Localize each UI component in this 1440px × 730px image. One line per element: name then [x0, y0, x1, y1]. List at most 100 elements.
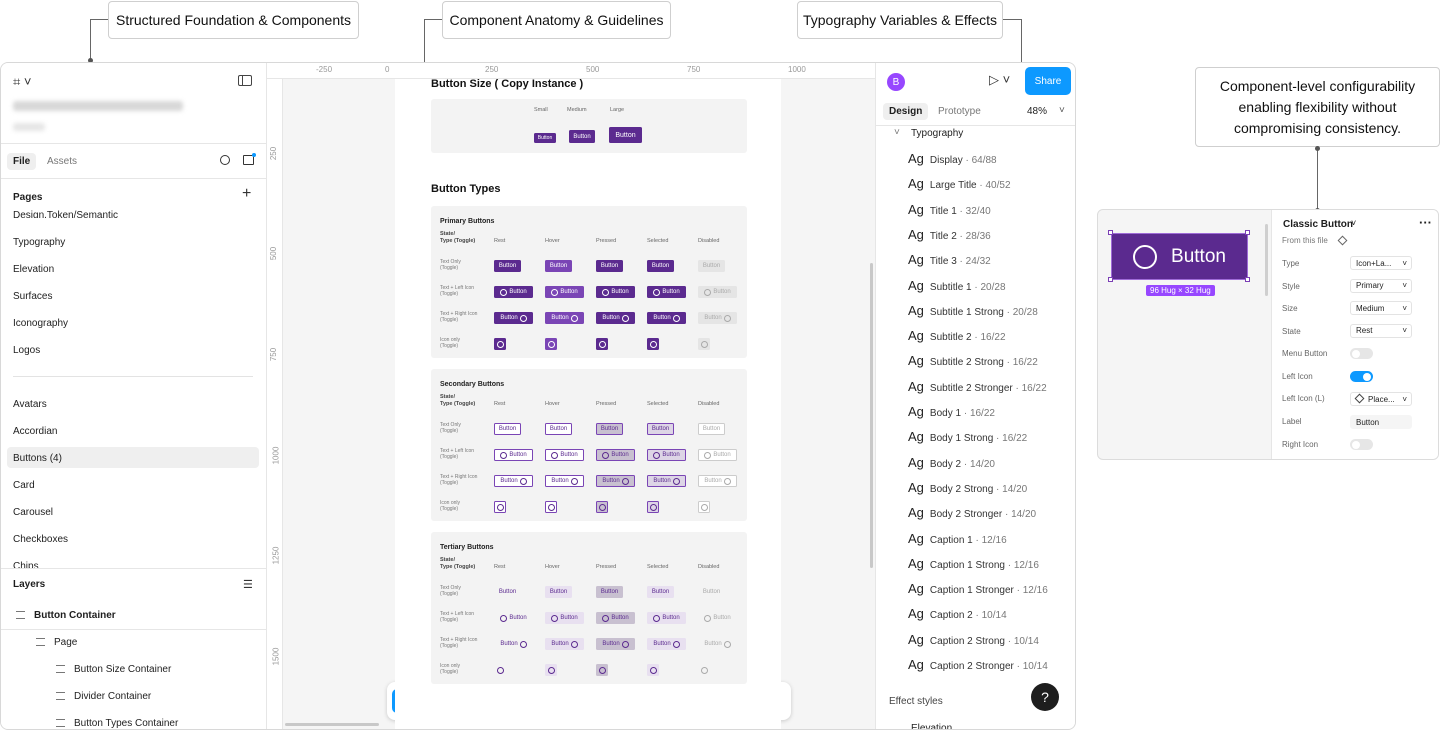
- typography-style[interactable]: Ag Subtitle 2 Stronger · 16/22: [908, 379, 1047, 394]
- variant-button[interactable]: Button: [545, 449, 584, 461]
- page-item[interactable]: Accordian: [13, 426, 57, 437]
- right-icon-toggle[interactable]: [1350, 439, 1373, 450]
- variant-button[interactable]: [596, 664, 608, 676]
- variant-button[interactable]: Button: [494, 475, 533, 487]
- variant-button[interactable]: Button: [596, 586, 623, 598]
- variant-button[interactable]: [545, 501, 557, 513]
- variant-button[interactable]: [545, 664, 557, 676]
- help-button[interactable]: ?: [1031, 683, 1059, 711]
- component-preview-button[interactable]: Button: [1111, 233, 1248, 280]
- variant-button[interactable]: [698, 664, 710, 676]
- prop-dropdown[interactable]: Icon+La... ˅: [1350, 256, 1412, 270]
- variant-button[interactable]: [494, 338, 506, 350]
- left-icon-toggle[interactable]: [1350, 371, 1373, 382]
- typography-style[interactable]: Ag Caption 1 · 12/16: [908, 531, 1007, 546]
- variant-button[interactable]: Button: [494, 612, 533, 624]
- elevation-style[interactable]: Elevation: [911, 723, 952, 729]
- page-item[interactable]: Typography: [13, 237, 65, 248]
- variant-button[interactable]: Button: [596, 423, 623, 435]
- present-icon[interactable]: ▷ ˅: [989, 72, 1010, 88]
- typography-style[interactable]: Ag Large Title · 40/52: [908, 176, 1011, 191]
- typography-style[interactable]: Ag Subtitle 1 Strong · 20/28: [908, 303, 1038, 318]
- canvas-h-scrollbar[interactable]: [285, 723, 379, 726]
- variant-button[interactable]: Button: [647, 312, 686, 324]
- variant-button[interactable]: [596, 338, 608, 350]
- size-button-small[interactable]: Button: [534, 133, 556, 143]
- variant-button[interactable]: Button: [545, 586, 572, 598]
- typography-style[interactable]: Ag Body 2 Strong · 14/20: [908, 480, 1027, 495]
- avatar[interactable]: B: [887, 73, 905, 91]
- more-options-icon[interactable]: ···: [1419, 215, 1432, 230]
- variant-button[interactable]: Button: [647, 586, 674, 598]
- variant-button[interactable]: Button: [698, 612, 737, 624]
- typography-style[interactable]: Ag Title 2 · 28/36: [908, 227, 991, 242]
- variant-button[interactable]: Button: [596, 260, 623, 272]
- page-item[interactable]: Avatars: [13, 399, 47, 410]
- label-input[interactable]: Button: [1350, 415, 1412, 429]
- variant-button[interactable]: Button: [596, 612, 635, 624]
- variant-button[interactable]: Button: [698, 312, 737, 324]
- collapse-typography-icon[interactable]: ˅: [894, 127, 900, 138]
- variant-button[interactable]: Button: [698, 586, 725, 598]
- variant-button[interactable]: [494, 664, 506, 676]
- variant-button[interactable]: Button: [647, 638, 686, 650]
- variant-button[interactable]: Button: [545, 260, 572, 272]
- variant-button[interactable]: Button: [494, 586, 521, 598]
- variant-button[interactable]: Button: [647, 612, 686, 624]
- prop-dropdown[interactable]: Rest ˅: [1350, 323, 1412, 338]
- typography-style[interactable]: Ag Body 1 · 16/22: [908, 404, 995, 419]
- size-button-medium[interactable]: Button: [569, 130, 595, 143]
- search-icon[interactable]: [220, 155, 230, 165]
- variant-button[interactable]: Button: [545, 638, 584, 650]
- variant-button[interactable]: Button: [698, 286, 737, 298]
- variant-button[interactable]: [596, 501, 608, 513]
- menu-button-toggle[interactable]: [1350, 348, 1373, 359]
- variant-button[interactable]: [647, 501, 659, 513]
- figma-menu-icon[interactable]: ⌗ ˅: [13, 74, 32, 90]
- layer-item[interactable]: Divider Container: [74, 691, 151, 702]
- variant-button[interactable]: Button: [545, 612, 584, 624]
- page-item[interactable]: Card: [13, 480, 35, 491]
- share-button[interactable]: Share: [1025, 67, 1071, 95]
- variant-button[interactable]: Button: [647, 449, 686, 461]
- typography-style[interactable]: Ag Body 1 Strong · 16/22: [908, 429, 1027, 444]
- variant-button[interactable]: [494, 501, 506, 513]
- variant-button[interactable]: Button: [494, 260, 521, 272]
- variant-button[interactable]: Button: [596, 638, 635, 650]
- variant-button[interactable]: Button: [596, 475, 635, 487]
- typography-style[interactable]: Ag Body 2 Stronger · 14/20: [908, 505, 1036, 520]
- variant-button[interactable]: Button: [494, 638, 533, 650]
- size-button-large[interactable]: Button: [609, 127, 642, 143]
- variant-button[interactable]: Button: [545, 312, 584, 324]
- variant-button[interactable]: Button: [545, 423, 572, 435]
- prop-dropdown[interactable]: Primary ˅: [1350, 278, 1412, 293]
- page-item[interactable]: Logos: [13, 345, 40, 356]
- typography-style[interactable]: Ag Caption 1 Strong · 12/16: [908, 556, 1039, 571]
- tab-assets[interactable]: Assets: [47, 156, 77, 167]
- page-item[interactable]: Carousel: [13, 507, 53, 518]
- variant-button[interactable]: Button: [647, 286, 686, 298]
- variant-button[interactable]: Button: [596, 449, 635, 461]
- variant-button[interactable]: Button: [545, 475, 584, 487]
- variant-button[interactable]: Button: [494, 286, 533, 298]
- typography-style[interactable]: Ag Caption 2 · 10/14: [908, 606, 1007, 621]
- layer-item[interactable]: Button Size Container: [74, 664, 171, 675]
- variant-button[interactable]: Button: [698, 423, 725, 435]
- variant-button[interactable]: Button: [596, 312, 635, 324]
- typography-style[interactable]: Ag Caption 2 Strong · 10/14: [908, 632, 1039, 647]
- variant-button[interactable]: [647, 338, 659, 350]
- page-item[interactable]: Checkboxes: [13, 534, 68, 545]
- typography-style[interactable]: Ag Title 3 · 24/32: [908, 252, 991, 267]
- zoom-level[interactable]: 48%: [1027, 106, 1047, 117]
- component-title[interactable]: Classic Button: [1283, 219, 1353, 230]
- typography-style[interactable]: Ag Subtitle 2 Strong · 16/22: [908, 353, 1038, 368]
- page-item[interactable]: Iconography: [13, 318, 68, 329]
- variant-button[interactable]: Button: [494, 423, 521, 435]
- variant-button[interactable]: [698, 338, 710, 350]
- panel-toggle-icon[interactable]: [238, 75, 252, 86]
- layer-item[interactable]: Button Container: [34, 610, 116, 621]
- variant-button[interactable]: Button: [494, 449, 533, 461]
- library-icon[interactable]: [243, 153, 256, 165]
- variant-button[interactable]: Button: [545, 286, 584, 298]
- add-page-icon[interactable]: +: [242, 185, 251, 203]
